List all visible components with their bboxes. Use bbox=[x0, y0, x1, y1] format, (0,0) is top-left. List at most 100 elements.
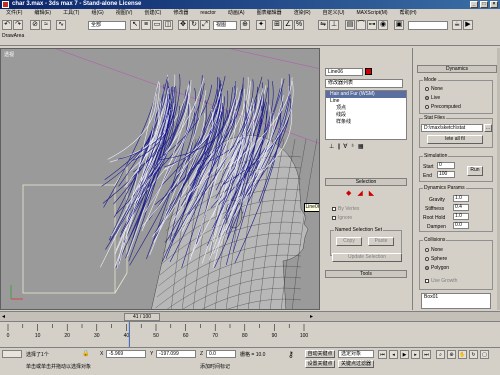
menu-item-12[interactable]: MAXScript(M) bbox=[350, 9, 393, 18]
select-object-icon[interactable]: ↖ bbox=[130, 20, 140, 30]
time-slider-track[interactable]: 41 / 100 ◂ ▸ bbox=[0, 311, 500, 321]
modifier-list-dropdown[interactable]: 修改器列表 bbox=[325, 79, 403, 88]
segment-mode-icon[interactable]: ◢ bbox=[357, 189, 362, 197]
percent-snap-icon[interactable]: % bbox=[294, 20, 304, 30]
remove-modifier-icon[interactable]: ♁ bbox=[350, 143, 355, 150]
select-manipulate-icon[interactable]: ✦ bbox=[256, 20, 266, 30]
schematic-view-icon[interactable]: ⊶ bbox=[367, 20, 377, 30]
layer-manager-icon[interactable]: ▤ bbox=[345, 20, 355, 30]
zoom-all-icon[interactable]: ⊕ bbox=[447, 350, 456, 359]
stack-item-segment[interactable]: 线段 bbox=[326, 112, 406, 119]
link-icon[interactable]: ⊘ bbox=[30, 20, 40, 30]
mode-live-radio[interactable]: Live bbox=[425, 95, 440, 101]
start-frame-spinner[interactable]: 0 bbox=[437, 162, 455, 169]
tools-rollout[interactable]: Tools bbox=[325, 270, 407, 278]
menu-item-0[interactable]: 文件(F) bbox=[0, 9, 28, 18]
run-button[interactable]: Run bbox=[467, 166, 483, 176]
collision-sphere-radio[interactable]: Sphere bbox=[425, 256, 447, 262]
gravity-spinner[interactable]: 1.0 bbox=[453, 195, 469, 202]
menu-item-13[interactable]: 帮助(H) bbox=[394, 9, 423, 18]
z-coord-field[interactable]: 0.0 bbox=[206, 350, 236, 358]
mode-precomputed-radio[interactable]: Precomputed bbox=[425, 104, 461, 110]
end-frame-spinner[interactable]: 100 bbox=[437, 171, 455, 178]
selection-filter-dropdown[interactable]: 全部 bbox=[88, 21, 126, 30]
prev-key-icon[interactable]: ◂ bbox=[389, 350, 398, 359]
align-icon[interactable]: ⊥ bbox=[329, 20, 339, 30]
delete-all-files-button[interactable]: lete all fil bbox=[427, 135, 483, 144]
unlink-icon[interactable]: ≈ bbox=[41, 20, 51, 30]
goto-start-icon[interactable]: ⏮ bbox=[378, 350, 387, 359]
quick-render-icon[interactable]: ☕ bbox=[452, 20, 462, 30]
track-bar[interactable]: 0 10 20 30 40 50 60 70 80 90 100 bbox=[0, 321, 500, 348]
pivot-center-icon[interactable]: ⊕ bbox=[240, 20, 250, 30]
stiffness-spinner[interactable]: 0.4 bbox=[453, 204, 469, 211]
next-key-icon[interactable]: ▸ bbox=[411, 350, 420, 359]
add-time-tag[interactable]: 添加时间标记 bbox=[200, 363, 230, 370]
y-coord-field[interactable]: -197.099 bbox=[156, 350, 196, 358]
mirror-icon[interactable]: ⇋ bbox=[318, 20, 328, 30]
menu-item-3[interactable]: 组(G) bbox=[85, 9, 109, 18]
spline-mode-icon[interactable]: ◣ bbox=[369, 189, 374, 197]
rect-select-icon[interactable]: ▭ bbox=[152, 20, 162, 30]
pan-icon[interactable]: ✋ bbox=[458, 350, 467, 359]
zoom-icon[interactable]: ⌕ bbox=[436, 350, 445, 359]
perspective-viewport[interactable]: 透视 Line06 bbox=[0, 48, 320, 310]
maximize-viewport-icon[interactable]: ▢ bbox=[480, 350, 489, 359]
render-type-dropdown[interactable] bbox=[408, 21, 448, 30]
menu-item-9[interactable]: 图表编辑器 bbox=[251, 9, 288, 18]
stack-item-line[interactable]: Line bbox=[326, 98, 406, 105]
maxscript-listener[interactable] bbox=[2, 350, 22, 358]
collision-none-radio[interactable]: None bbox=[425, 247, 443, 253]
reference-coord-dropdown[interactable]: 视图 bbox=[213, 21, 237, 30]
dynamics-rollout[interactable]: Dynamics bbox=[417, 65, 497, 73]
menu-item-10[interactable]: 渲染(R) bbox=[288, 9, 317, 18]
dampen-spinner[interactable]: 0.0 bbox=[453, 222, 469, 229]
mode-none-radio[interactable]: None bbox=[425, 86, 443, 92]
show-end-result-icon[interactable]: ∥ bbox=[337, 143, 340, 150]
select-by-name-icon[interactable]: ≡ bbox=[141, 20, 151, 30]
menu-item-6[interactable]: 修改器 bbox=[167, 9, 194, 18]
next-frame-icon[interactable]: ▸ bbox=[310, 313, 313, 320]
minimize-button[interactable]: _ bbox=[470, 1, 478, 8]
render-scene-icon[interactable]: ▣ bbox=[394, 20, 404, 30]
redo-icon[interactable]: ↷ bbox=[13, 20, 23, 30]
modifier-stack[interactable]: Hair and Fur (WSM) Line 顶点 线段 样条线 bbox=[325, 90, 407, 140]
make-unique-icon[interactable]: ∀ bbox=[343, 143, 347, 150]
auto-key-button[interactable]: 自动关键点 bbox=[305, 350, 335, 358]
select-rotate-icon[interactable]: ↻ bbox=[189, 20, 199, 30]
menu-item-4[interactable]: 视图(V) bbox=[110, 9, 139, 18]
snap-toggle-icon[interactable]: ⊞ bbox=[272, 20, 282, 30]
vertex-mode-icon[interactable]: ◆ bbox=[346, 189, 351, 197]
collision-object-list[interactable]: Box01 bbox=[421, 293, 491, 309]
viewport-label[interactable]: 透视 bbox=[4, 51, 14, 58]
set-key-button[interactable]: 设置关键点 bbox=[305, 360, 335, 368]
stat-path-field[interactable]: D:\max\sketch\stat bbox=[421, 124, 483, 132]
goto-end-icon[interactable]: ⏭ bbox=[422, 350, 431, 359]
browse-button[interactable]: … bbox=[484, 124, 492, 132]
select-scale-icon[interactable]: ⤢ bbox=[200, 20, 210, 30]
undo-icon[interactable]: ↶ bbox=[2, 20, 12, 30]
by-vertex-checkbox[interactable]: By Vertex bbox=[332, 206, 359, 212]
curve-editor-icon[interactable]: ⌒ bbox=[356, 20, 366, 30]
ignore-checkbox[interactable]: Ignore bbox=[332, 215, 352, 221]
select-move-icon[interactable]: ✥ bbox=[178, 20, 188, 30]
paste-button[interactable]: Paste bbox=[368, 237, 394, 246]
orbit-icon[interactable]: ↻ bbox=[469, 350, 478, 359]
material-editor-icon[interactable]: ◉ bbox=[378, 20, 388, 30]
render-last-icon[interactable]: ▶ bbox=[463, 20, 473, 30]
close-button[interactable]: × bbox=[490, 1, 498, 8]
collision-polygon-radio[interactable]: Polygon bbox=[425, 265, 449, 271]
selection-rollout[interactable]: Selection bbox=[325, 178, 407, 186]
menu-item-2[interactable]: 工具(T) bbox=[57, 9, 85, 18]
x-coord-field[interactable]: -5.969 bbox=[106, 350, 146, 358]
collision-object-item[interactable]: Box01 bbox=[424, 294, 438, 300]
copy-button[interactable]: Copy bbox=[336, 237, 362, 246]
maximize-button[interactable]: □ bbox=[480, 1, 488, 8]
object-name-field[interactable]: Line06 bbox=[325, 68, 363, 76]
prev-frame-icon[interactable]: ◂ bbox=[2, 313, 5, 320]
menu-item-5[interactable]: 创建(C) bbox=[138, 9, 167, 18]
key-icon[interactable]: ⚷ bbox=[288, 350, 294, 359]
pin-stack-icon[interactable]: ⊥ bbox=[329, 143, 334, 150]
time-slider-thumb[interactable]: 41 / 100 bbox=[124, 313, 160, 321]
menu-item-7[interactable]: reactor bbox=[194, 9, 222, 18]
